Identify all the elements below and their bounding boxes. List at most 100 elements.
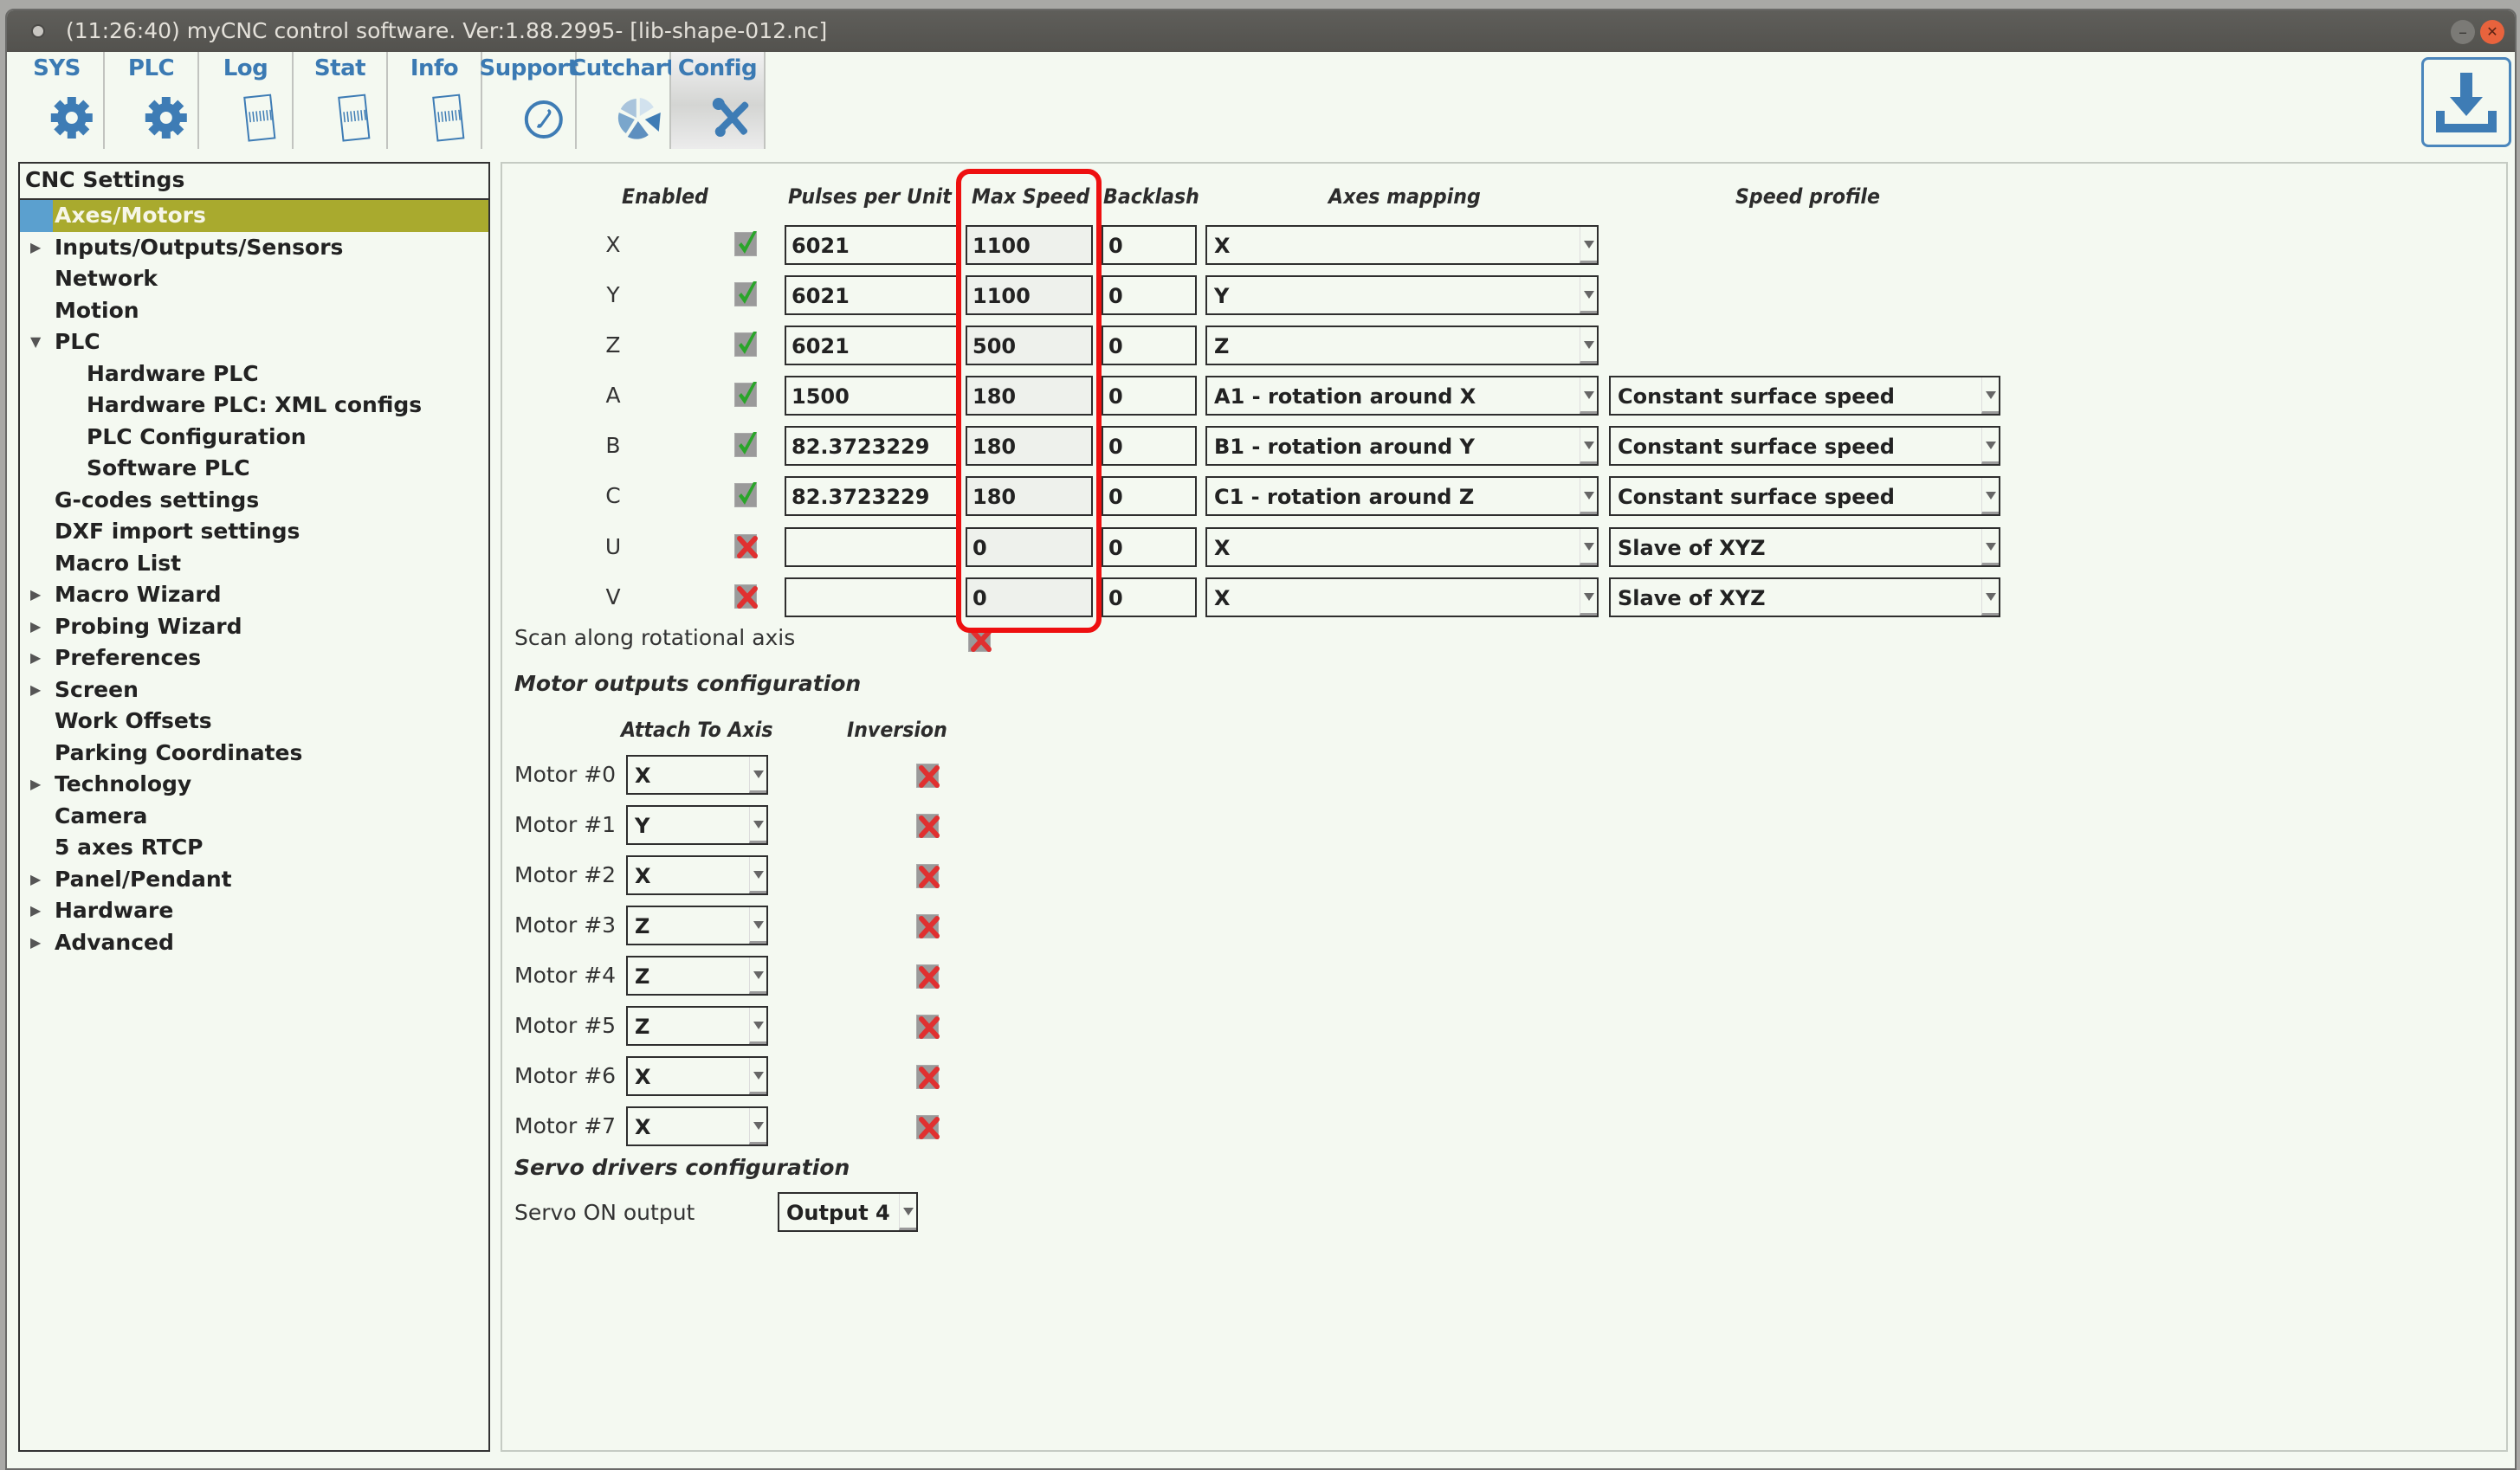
download-button[interactable] xyxy=(2421,57,2511,147)
tree-item-preferences[interactable]: ▶ Preferences xyxy=(20,642,488,674)
motor-inversion-checkbox[interactable] xyxy=(916,814,940,838)
backlash-input[interactable]: 0 xyxy=(1102,476,1197,516)
max-speed-input[interactable]: 180 xyxy=(966,476,1093,516)
tab-support[interactable]: Support xyxy=(479,52,578,149)
motor-axis-select[interactable]: Z xyxy=(626,906,768,945)
axes-mapping-select[interactable]: C1 - rotation around Z xyxy=(1205,476,1599,516)
max-speed-input[interactable]: 0 xyxy=(966,577,1093,617)
expand-arrow-right-icon[interactable]: ▶ xyxy=(30,769,41,800)
pulses-per-unit-input[interactable]: 82.3723229 xyxy=(785,476,958,516)
tree-item-motion[interactable]: Motion xyxy=(20,295,488,327)
expand-arrow-right-icon[interactable]: ▶ xyxy=(30,895,41,926)
tree-item-hardware[interactable]: ▶ Hardware xyxy=(20,895,488,927)
tree-item-software-plc[interactable]: Software PLC xyxy=(20,453,488,485)
speed-profile-select[interactable]: Constant surface speed xyxy=(1609,426,2000,466)
expand-arrow-right-icon[interactable]: ▶ xyxy=(30,232,41,263)
axis-enabled-checkbox[interactable] xyxy=(734,332,757,357)
backlash-input[interactable]: 0 xyxy=(1102,326,1197,365)
axis-enabled-checkbox[interactable] xyxy=(734,432,757,457)
motor-inversion-checkbox[interactable] xyxy=(916,964,940,989)
close-button[interactable]: ✕ xyxy=(2480,20,2504,44)
motor-inversion-checkbox[interactable] xyxy=(916,864,940,888)
motor-axis-select[interactable]: X xyxy=(626,755,768,795)
max-speed-input[interactable]: 500 xyxy=(966,326,1093,365)
tree-item-macro-wizard[interactable]: ▶ Macro Wizard xyxy=(20,579,488,611)
motor-inversion-checkbox[interactable] xyxy=(916,1065,940,1089)
tree-item-probing-wizard[interactable]: ▶ Probing Wizard xyxy=(20,611,488,643)
expand-arrow-right-icon[interactable]: ▶ xyxy=(30,579,41,610)
axis-enabled-checkbox[interactable] xyxy=(734,382,757,407)
tree-item-network[interactable]: Network xyxy=(20,263,488,295)
tree-item-macro-list[interactable]: Macro List xyxy=(20,548,488,580)
motor-axis-select[interactable]: Y xyxy=(626,805,768,845)
backlash-input[interactable]: 0 xyxy=(1102,577,1197,617)
tree-item-dxf-import-settings[interactable]: DXF import settings xyxy=(20,516,488,548)
tab-sys[interactable]: SYS xyxy=(10,52,105,149)
tree-item-camera[interactable]: Camera xyxy=(20,801,488,833)
axis-enabled-checkbox[interactable] xyxy=(734,231,757,256)
speed-profile-select[interactable]: Constant surface speed xyxy=(1609,376,2000,416)
pulses-per-unit-input[interactable]: 6021 xyxy=(785,326,958,365)
tab-config[interactable]: Config xyxy=(671,52,766,149)
speed-profile-select[interactable]: Slave of XYZ xyxy=(1609,577,2000,617)
tree-item-hardware-plc-xml-configs[interactable]: Hardware PLC: XML configs xyxy=(20,390,488,422)
max-speed-input[interactable]: 1100 xyxy=(966,225,1093,265)
motor-axis-select[interactable]: Z xyxy=(626,956,768,996)
motor-inversion-checkbox[interactable] xyxy=(916,914,940,938)
expand-arrow-right-icon[interactable]: ▶ xyxy=(30,611,41,642)
window-menu-icon[interactable] xyxy=(31,24,45,38)
tab-plc[interactable]: PLC xyxy=(105,52,199,149)
motor-axis-select[interactable]: X xyxy=(626,1056,768,1096)
axis-enabled-checkbox[interactable] xyxy=(734,534,758,558)
motor-inversion-checkbox[interactable] xyxy=(916,764,940,788)
tree-item-panel-pendant[interactable]: ▶ Panel/Pendant xyxy=(20,864,488,896)
axes-mapping-select[interactable]: Z xyxy=(1205,326,1599,365)
max-speed-input[interactable]: 180 xyxy=(966,426,1093,466)
tree-item-inputs-outputs-sensors[interactable]: ▶ Inputs/Outputs/Sensors xyxy=(20,232,488,264)
tree-item-g-codes-settings[interactable]: G-codes settings xyxy=(20,485,488,517)
axes-mapping-select[interactable]: X xyxy=(1205,527,1599,567)
axes-mapping-select[interactable]: X xyxy=(1205,577,1599,617)
pulses-per-unit-input[interactable]: 82.3723229 xyxy=(785,426,958,466)
tree-item-5-axes-rtcp[interactable]: 5 axes RTCP xyxy=(20,832,488,864)
pulses-per-unit-input[interactable]: 1500 xyxy=(785,376,958,416)
servo-on-output-select[interactable]: Output 4 xyxy=(778,1192,918,1232)
motor-axis-select[interactable]: X xyxy=(626,855,768,895)
pulses-per-unit-input[interactable]: 6021 xyxy=(785,275,958,315)
axis-enabled-checkbox[interactable] xyxy=(734,281,757,306)
expand-arrow-right-icon[interactable]: ▶ xyxy=(30,927,41,958)
max-speed-input[interactable]: 1100 xyxy=(966,275,1093,315)
pulses-per-unit-input[interactable]: 6021 xyxy=(785,225,958,265)
tree-item-plc[interactable]: ▼ PLC xyxy=(20,326,488,358)
tab-cutchart[interactable]: Cutchart xyxy=(570,52,676,149)
tree-item-axes-motors[interactable]: Axes/Motors xyxy=(20,200,488,232)
tree-item-technology[interactable]: ▶ Technology xyxy=(20,769,488,801)
axis-enabled-checkbox[interactable] xyxy=(734,584,758,609)
axes-mapping-select[interactable]: X xyxy=(1205,225,1599,265)
backlash-input[interactable]: 0 xyxy=(1102,275,1197,315)
motor-inversion-checkbox[interactable] xyxy=(916,1115,940,1139)
tree-item-work-offsets[interactable]: Work Offsets xyxy=(20,706,488,738)
tree-item-plc-configuration[interactable]: PLC Configuration xyxy=(20,422,488,454)
motor-inversion-checkbox[interactable] xyxy=(916,1015,940,1039)
tree-item-screen[interactable]: ▶ Screen xyxy=(20,674,488,706)
expand-arrow-right-icon[interactable]: ▶ xyxy=(30,864,41,895)
expand-arrow-down-icon[interactable]: ▼ xyxy=(30,326,41,358)
expand-arrow-right-icon[interactable]: ▶ xyxy=(30,642,41,674)
minimize-button[interactable]: – xyxy=(2451,20,2475,44)
tree-item-hardware-plc[interactable]: Hardware PLC xyxy=(20,358,488,390)
tab-stat[interactable]: Stat xyxy=(294,52,388,149)
motor-axis-select[interactable]: X xyxy=(626,1106,768,1146)
axes-mapping-select[interactable]: Y xyxy=(1205,275,1599,315)
tab-log[interactable]: Log xyxy=(199,52,294,149)
backlash-input[interactable]: 0 xyxy=(1102,426,1197,466)
tab-info[interactable]: Info xyxy=(388,52,482,149)
tree-item-advanced[interactable]: ▶ Advanced xyxy=(20,927,488,959)
max-speed-input[interactable]: 180 xyxy=(966,376,1093,416)
max-speed-input[interactable]: 0 xyxy=(966,527,1093,567)
backlash-input[interactable]: 0 xyxy=(1102,376,1197,416)
backlash-input[interactable]: 0 xyxy=(1102,225,1197,265)
backlash-input[interactable]: 0 xyxy=(1102,527,1197,567)
axes-mapping-select[interactable]: B1 - rotation around Y xyxy=(1205,426,1599,466)
scan-rotational-checkbox[interactable] xyxy=(968,628,992,652)
